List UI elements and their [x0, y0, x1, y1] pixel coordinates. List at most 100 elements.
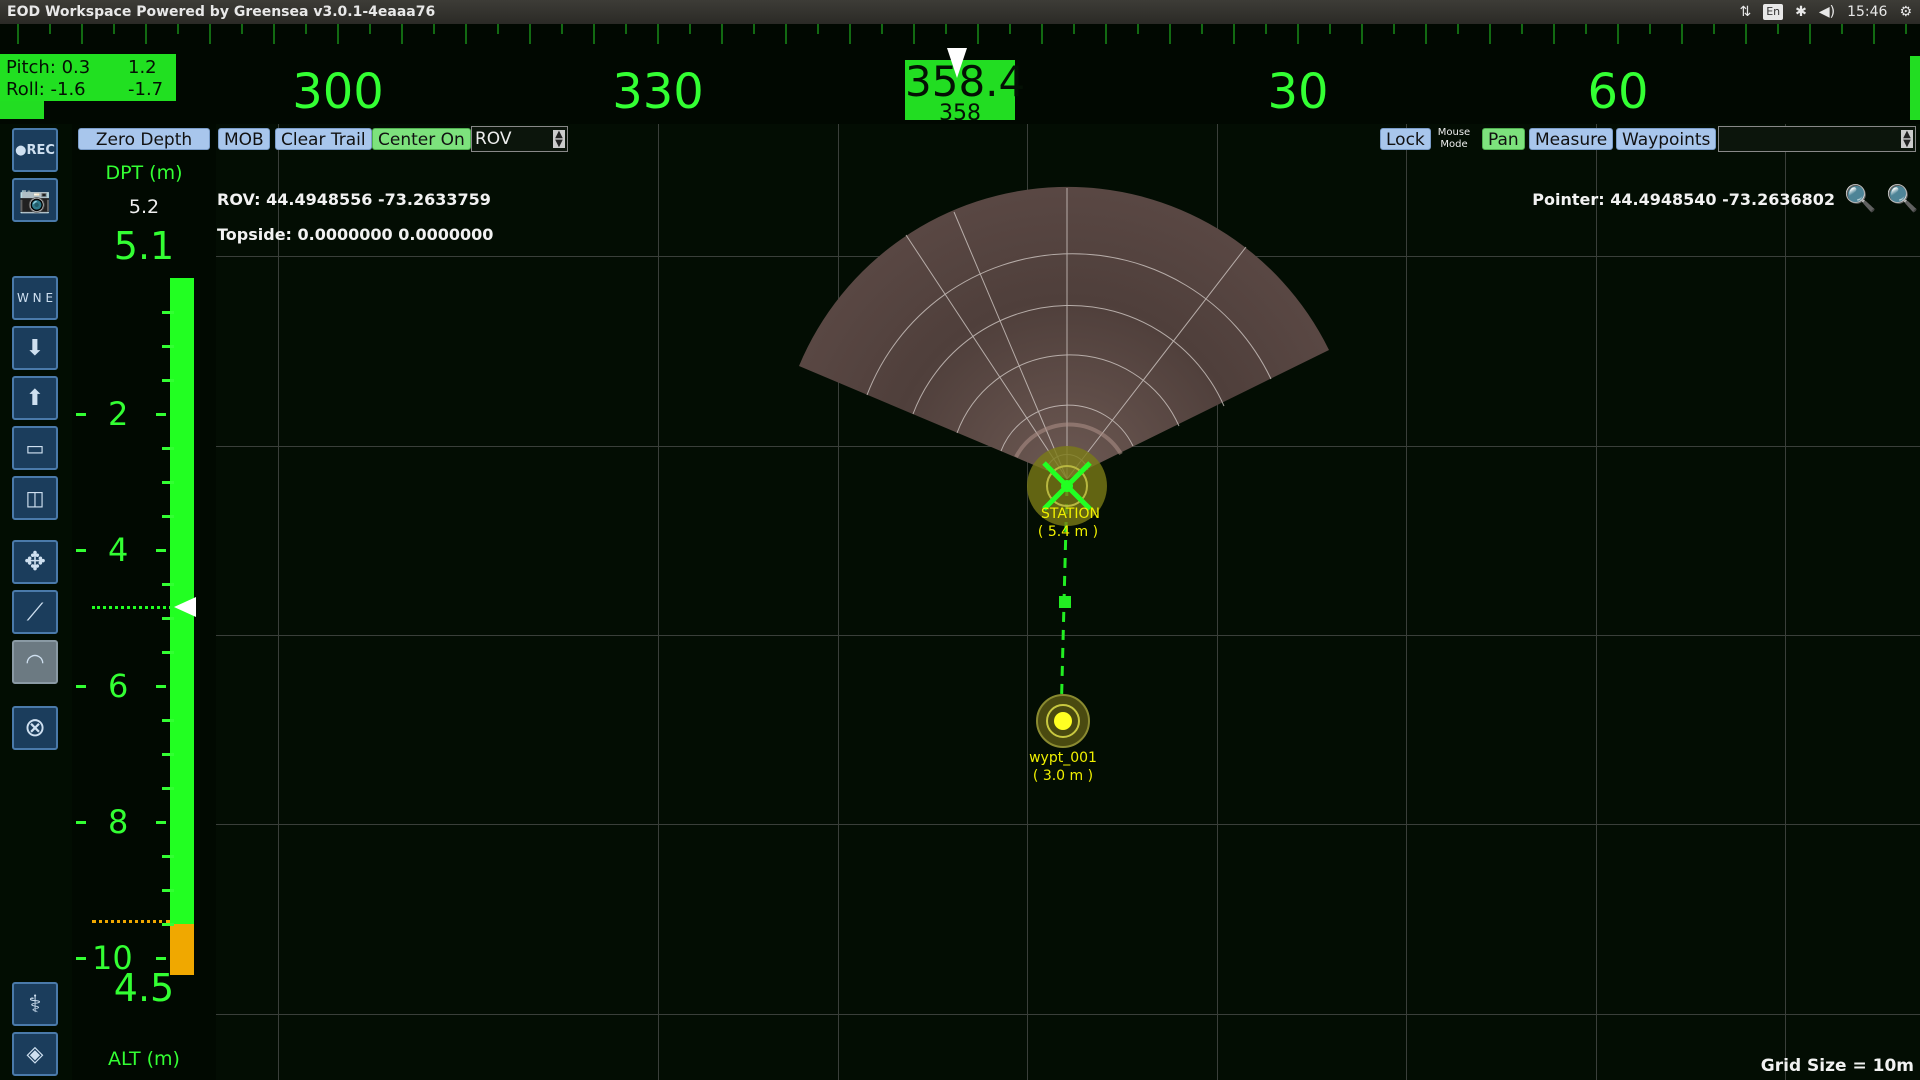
heading-pointer-icon: [947, 48, 967, 78]
depth-minor-tick: [162, 515, 174, 518]
camera-button[interactable]: 📷: [12, 178, 58, 222]
dive-down-icon: ⬇: [25, 335, 45, 361]
system-tray: ⇅ En ✱ ◀) 15:46 ⚙: [1739, 0, 1912, 24]
zero-depth-button[interactable]: Zero Depth: [78, 128, 210, 150]
thruster-button[interactable]: ⊗: [12, 706, 58, 750]
sonar-button[interactable]: ◠: [12, 640, 58, 684]
mouse-mode-label-1: Mouse: [1437, 127, 1471, 138]
depth-scale-label: 4: [108, 531, 129, 569]
roll-label: Roll: -1.6: [6, 79, 86, 100]
depth-title: DPT (m): [105, 162, 183, 184]
mob-button[interactable]: MOB: [218, 128, 270, 150]
attitude-indicator: [0, 101, 44, 119]
vehicle-view-2-button[interactable]: ◫: [12, 476, 58, 520]
depth-minor-tick: [162, 889, 174, 892]
clock[interactable]: 15:46: [1847, 0, 1887, 24]
move-arrows-icon: ✥: [24, 547, 46, 577]
record-button[interactable]: ●REC: [12, 128, 58, 172]
vehicle-depth-line: [92, 606, 172, 610]
depth-major-tick: [156, 957, 166, 960]
depth-major-tick: [76, 957, 86, 960]
move-button[interactable]: ✥: [12, 540, 58, 584]
sonar-fan: [799, 186, 1329, 480]
depth-minor-tick: [162, 855, 174, 858]
depth-major-tick: [156, 685, 166, 688]
center-on-button[interactable]: Center On: [372, 128, 471, 150]
surface-button[interactable]: ⬆: [12, 376, 58, 420]
attitude-readout: Pitch: 0.3 1.2 Roll: -1.6 -1.7: [0, 54, 176, 101]
waypoint-marker[interactable]: [1036, 694, 1090, 748]
depth-major-tick: [156, 821, 166, 824]
depth-major-tick: [156, 549, 166, 552]
gear-icon[interactable]: ⚙: [1899, 0, 1912, 24]
updown-arrows-icon[interactable]: ⇅: [1739, 0, 1751, 24]
window-titlebar: EOD Workspace Powered by Greensea v3.0.1…: [0, 0, 1920, 24]
depth-minor-tick: [162, 447, 174, 450]
select-arrows-icon: ▲ ▼: [1901, 130, 1913, 149]
waypoints-button[interactable]: Waypoints: [1616, 128, 1717, 150]
thruster-icon: ⊗: [24, 713, 46, 743]
pitch-setpoint: 1.2: [128, 57, 157, 78]
depth-setpoint: 5.2: [128, 196, 160, 218]
map-overlay: [799, 186, 1329, 748]
depth-minor-tick: [162, 379, 174, 382]
depth-minor-tick: [162, 787, 174, 790]
center-target-select[interactable]: ROV ▲ ▼: [471, 126, 568, 152]
vehicle-front-icon: ◫: [25, 486, 45, 510]
select-arrows-icon: ▲ ▼: [553, 130, 565, 149]
diagnostics-button[interactable]: ⚕: [12, 982, 58, 1026]
depth-minor-tick: [162, 481, 174, 484]
sonar-icon: ◠: [25, 649, 45, 675]
measure-button[interactable]: Measure: [1529, 128, 1614, 150]
pointer-coordinates: Pointer: 44.4948540 -73.2636802: [1532, 190, 1835, 209]
tool-sidebar: ●REC 📷 W N E ⬇ ⬆ ▭ ◫ ✥ ⟋ ◠ ⊗ ⚕ ◈: [0, 124, 72, 1080]
vehicle-icon: ▭: [25, 436, 45, 460]
volume-icon[interactable]: ◀): [1819, 0, 1835, 24]
topside-coordinates: Topside: 0.0000000 0.0000000: [217, 225, 494, 244]
bluetooth-icon[interactable]: ✱: [1795, 0, 1807, 24]
depth-minor-tick: [162, 617, 174, 620]
station-label: STATION: [1041, 506, 1101, 522]
depth-minor-tick: [162, 583, 174, 586]
current-depth: 5.1: [113, 224, 175, 268]
center-target-value: ROV: [475, 129, 512, 149]
stethoscope-icon: ⚕: [28, 990, 42, 1018]
mouse-mode-label-2: Mode: [1440, 139, 1468, 150]
window-title: EOD Workspace Powered by Greensea v3.0.1…: [7, 4, 436, 20]
depth-major-tick: [76, 413, 86, 416]
pan-button[interactable]: Pan: [1482, 128, 1525, 150]
depth-minor-tick: [162, 923, 174, 926]
lock-button[interactable]: Lock: [1380, 128, 1431, 150]
depth-minor-tick: [162, 651, 174, 654]
depth-scale-label: 6: [108, 667, 129, 705]
waypoint-select[interactable]: ▲ ▼: [1718, 126, 1916, 152]
heading-hold-button[interactable]: W N E: [12, 276, 58, 320]
grid-size-label: Grid Size = 10m: [1760, 1056, 1914, 1076]
keyboard-layout-indicator[interactable]: En: [1763, 4, 1784, 20]
mouse-mode-label: Mouse Mode: [1434, 127, 1474, 151]
manipulator-button[interactable]: ⟋: [12, 590, 58, 634]
roll-setpoint: -1.7: [128, 79, 164, 100]
zoom-out-icon[interactable]: 🔍: [1844, 184, 1876, 214]
depth-major-tick: [76, 549, 86, 552]
altimeter-button[interactable]: ◈: [12, 1032, 58, 1076]
zoom-in-icon[interactable]: 🔍: [1886, 184, 1918, 214]
depth-minor-tick: [162, 311, 174, 314]
depth-scale-label: 2: [108, 395, 129, 433]
rov-coordinates: ROV: 44.4948556 -73.2633759: [217, 190, 491, 209]
altitude-title: ALT (m): [108, 1048, 180, 1070]
heading-label-60: 60: [1587, 64, 1649, 120]
depth-marker-icon: [174, 597, 196, 618]
heading-limit-marker: [1910, 56, 1920, 120]
vehicle-view-button[interactable]: ▭: [12, 426, 58, 470]
heading-setpoint-value: 358: [939, 101, 981, 125]
station-distance: ( 5.4 m ): [1037, 524, 1099, 540]
depth-hold-button[interactable]: ⬇: [12, 326, 58, 370]
map-view[interactable]: STATION ( 5.4 m ) wypt_001 ( 3.0 m ) ROV…: [216, 124, 1920, 1080]
manipulator-icon: ⟋: [26, 598, 44, 626]
altimeter-icon: ◈: [26, 1041, 44, 1067]
heading-label-300: 300: [292, 64, 384, 120]
heading-tape: 300 330 30 60 358.4 358: [0, 24, 1920, 124]
heading-label-330: 330: [612, 64, 704, 120]
clear-trail-button[interactable]: Clear Trail: [275, 128, 372, 150]
